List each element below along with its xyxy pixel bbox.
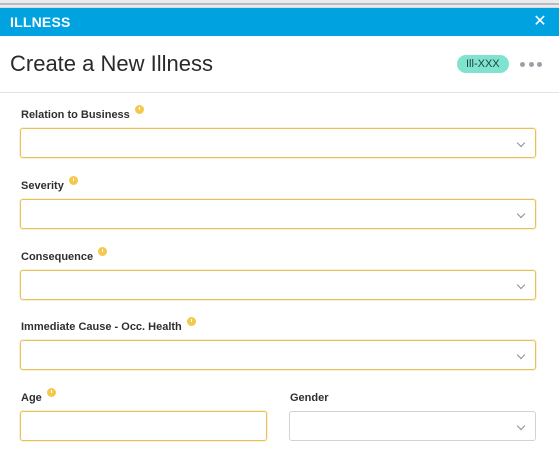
chevron-down-icon <box>516 138 526 148</box>
immediate-cause-label: Immediate Cause - Occ. Health <box>21 317 196 333</box>
chevron-down-icon <box>516 280 526 290</box>
severity-label: Severity <box>21 176 78 192</box>
immediate-cause-select[interactable] <box>20 340 536 370</box>
chevron-down-icon <box>516 421 526 431</box>
top-strip <box>0 0 559 8</box>
required-indicator-icon <box>186 317 196 326</box>
age-input[interactable] <box>20 411 267 441</box>
consequence-label-text: Consequence <box>21 251 94 263</box>
consequence-select[interactable] <box>20 270 536 300</box>
relation-to-business-label-text: Relation to Business <box>21 109 130 121</box>
immediate-cause-label-text: Immediate Cause - Occ. Health <box>21 321 182 333</box>
severity-label-text: Severity <box>21 180 64 192</box>
required-indicator-icon <box>98 247 108 256</box>
page-title: Create a New Illness <box>10 51 213 76</box>
chevron-down-icon <box>516 209 526 219</box>
gender-select[interactable] <box>289 411 536 441</box>
close-icon[interactable]: ✕ <box>531 14 549 30</box>
required-indicator-icon <box>68 176 78 185</box>
consequence-label: Consequence <box>21 247 108 263</box>
age-label: Age <box>21 388 56 404</box>
chevron-down-icon <box>516 350 526 360</box>
record-id-badge: Ill-XXX <box>457 55 509 73</box>
top-strip-shadow <box>0 3 559 5</box>
relation-to-business-select[interactable] <box>20 128 536 158</box>
more-options-icon[interactable] <box>520 62 542 68</box>
form-header: Create a New Illness Ill-XXX <box>0 36 559 93</box>
age-label-text: Age <box>21 392 42 404</box>
relation-to-business-label: Relation to Business <box>21 105 144 121</box>
gender-label-text: Gender <box>290 392 329 404</box>
required-indicator-icon <box>134 105 144 114</box>
window-title: ILLNESS <box>10 14 71 30</box>
required-indicator-icon <box>46 388 56 397</box>
window-titlebar: ILLNESS ✕ <box>0 8 559 36</box>
gender-label: Gender <box>290 392 329 404</box>
severity-select[interactable] <box>20 199 536 229</box>
